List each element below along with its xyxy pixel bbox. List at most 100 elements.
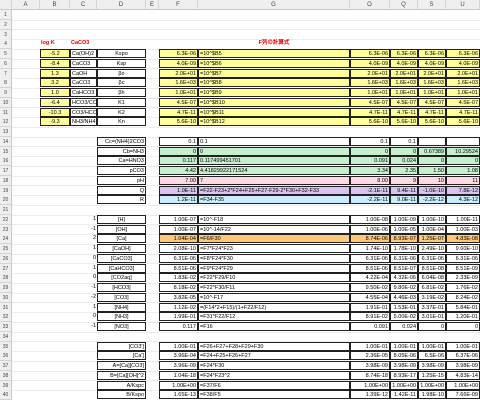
input-formula[interactable]: 4.41829922171524 [198,166,350,175]
species-value[interactable]: 1.04E-04 [159,234,198,244]
caco3-header[interactable]: CaCO3 [70,39,97,48]
total-value[interactable]: 1.00E+00 [159,380,198,390]
total-u[interactable]: 7.66E-09 [446,390,480,400]
column-header-F[interactable]: F [159,0,198,10]
charge-coefficient[interactable]: -1 [70,225,97,234]
input-o[interactable]: -2.1E-11 [350,185,390,195]
constant-value[interactable]: 4.7E-11 [159,107,198,117]
total-o[interactable]: 3.98E-09 [350,361,390,370]
species-formula[interactable]: =F22*F29/F10 [198,273,350,283]
total-q[interactable]: 8.93E-17 [390,370,418,380]
row-header-23[interactable]: 23 [0,224,12,235]
species-label[interactable]: [CaCO3] [97,253,146,263]
input-formula[interactable]: =F34-F35 [198,195,350,205]
constant-q[interactable]: 4.5E-07 [390,97,418,107]
species-name[interactable]: NH3/NH4 [70,117,97,127]
species-s[interactable]: 1.00E-10 [418,214,446,224]
total-q[interactable]: 1.42E-11 [390,390,418,400]
species-label[interactable]: [CO2aq] [97,273,146,283]
species-name[interactable]: CaOH [70,68,97,78]
row-header-38[interactable]: 38 [0,370,12,381]
constant-q[interactable]: 4.7E-11 [390,107,418,117]
input-label[interactable]: pH [97,175,146,185]
total-value[interactable]: 1.00E-01 [159,341,198,351]
input-q[interactable]: 9 [390,175,418,185]
column-header-S[interactable]: S [418,0,446,10]
species-value[interactable]: 2.08E-10 [159,244,198,253]
column-header-O[interactable]: O [350,0,390,10]
charge-coefficient[interactable]: 0 [70,254,97,263]
row-header-5[interactable]: 5 [0,49,12,59]
input-formula[interactable]: 0 [198,146,350,156]
species-label[interactable]: [OH] [97,224,146,234]
column-header-C[interactable]: C [70,0,97,10]
species-formula[interactable]: =F8*F24*F30 [198,253,350,263]
species-formula[interactable]: =F22*F30/F11 [198,283,350,292]
input-formula[interactable]: 0.1 [198,136,350,146]
species-s[interactable]: 3.19E-02 [418,292,446,302]
species-s[interactable]: 0 [418,322,446,331]
charge-coefficient[interactable]: 1 [70,244,97,253]
constant-value[interactable]: 5.6E-10 [159,117,198,127]
species-q[interactable]: 1.78E-10 [390,244,418,253]
total-u[interactable]: 1.00E-01 [446,341,480,351]
species-s[interactable]: 3.37E-01 [418,302,446,312]
column-header-G[interactable]: G [198,0,350,10]
constant-s[interactable]: 4.0E-09 [418,58,446,68]
row-header-13[interactable]: 13 [0,127,12,137]
row-header-34[interactable]: 34 [0,331,12,342]
species-s[interactable]: 6.31E-06 [418,253,446,263]
row-header-3[interactable]: 3 [0,29,12,40]
species-formula[interactable]: =F7*F24*F23 [198,244,350,253]
constant-q[interactable]: 1.0E+01 [390,88,418,97]
total-value[interactable]: 3.96E-04 [159,351,198,361]
row-header-6[interactable]: 6 [0,58,12,69]
row-header-7[interactable]: 7 [0,68,12,79]
species-o[interactable]: 4.55E-04 [350,292,390,302]
row-header-2[interactable]: 2 [0,19,12,30]
constant-value[interactable]: 4.5E-07 [159,97,198,107]
input-q[interactable]: 9.4E-11 [390,185,418,195]
constant-u[interactable]: 5.6E-10 [446,117,480,127]
species-u[interactable]: 6.31E-06 [446,253,480,263]
constant-o[interactable]: 1.0E+01 [350,88,390,97]
species-value[interactable]: 1.99E-01 [159,312,198,322]
species-label[interactable]: [CaHCO3] [97,263,146,273]
input-q[interactable]: 0 [390,146,418,156]
constant-o[interactable]: 1.6E+03 [350,78,390,88]
input-o[interactable]: 8.00 [350,175,390,185]
species-u[interactable]: 5.84E-01 [446,302,480,312]
input-label[interactable]: Q [97,185,146,195]
column-header-A[interactable]: A [12,0,40,10]
total-q[interactable]: 1.00E-01 [390,341,418,351]
species-value[interactable]: 3.82E-05 [159,292,198,302]
species-q[interactable]: 1.53E-01 [390,302,418,312]
input-o[interactable]: 0 [350,146,390,156]
species-o[interactable]: 1.91E-01 [350,302,390,312]
select-all-corner[interactable] [0,0,12,10]
constant-o[interactable]: 6.3E-06 [350,49,390,58]
species-u[interactable]: 1.20E-01 [446,312,480,322]
input-value[interactable]: 4.42 [159,166,198,175]
total-s[interactable]: 6.5E-06 [418,351,446,361]
species-value[interactable]: 8.51E-06 [159,263,198,273]
constant-s[interactable]: 1.6E+03 [418,78,446,88]
input-formula[interactable]: =F22-F23+2*F24+F25+F27-F29-2*F30+F32-F33 [198,185,350,195]
input-u[interactable]: 1.08 [446,166,480,175]
charge-coefficient[interactable]: 1 [70,264,97,273]
constant-value[interactable]: 2.0E+01 [159,68,198,78]
species-s[interactable]: 3.01E-01 [418,312,446,322]
constant-s[interactable]: 2.0E+01 [418,68,446,78]
species-name[interactable]: HCO3/CO2 [70,97,97,107]
input-q[interactable]: 0.1 [390,136,418,146]
species-q[interactable]: 0.024 [390,322,418,331]
constant-symbol[interactable]: K1 [97,97,146,107]
species-s[interactable]: 8.51E-08 [418,263,446,273]
constant-value[interactable]: 1.0E+01 [159,88,198,97]
species-o[interactable]: 9.50E-02 [350,283,390,292]
total-label[interactable]: [Ca'] [97,351,146,361]
input-u[interactable]: 10.29524 [446,146,480,156]
species-q[interactable]: 8.93E-07 [390,234,418,244]
species-name[interactable]: CO3/HCO3 [70,107,97,117]
species-formula[interactable]: =F16 [198,322,350,331]
